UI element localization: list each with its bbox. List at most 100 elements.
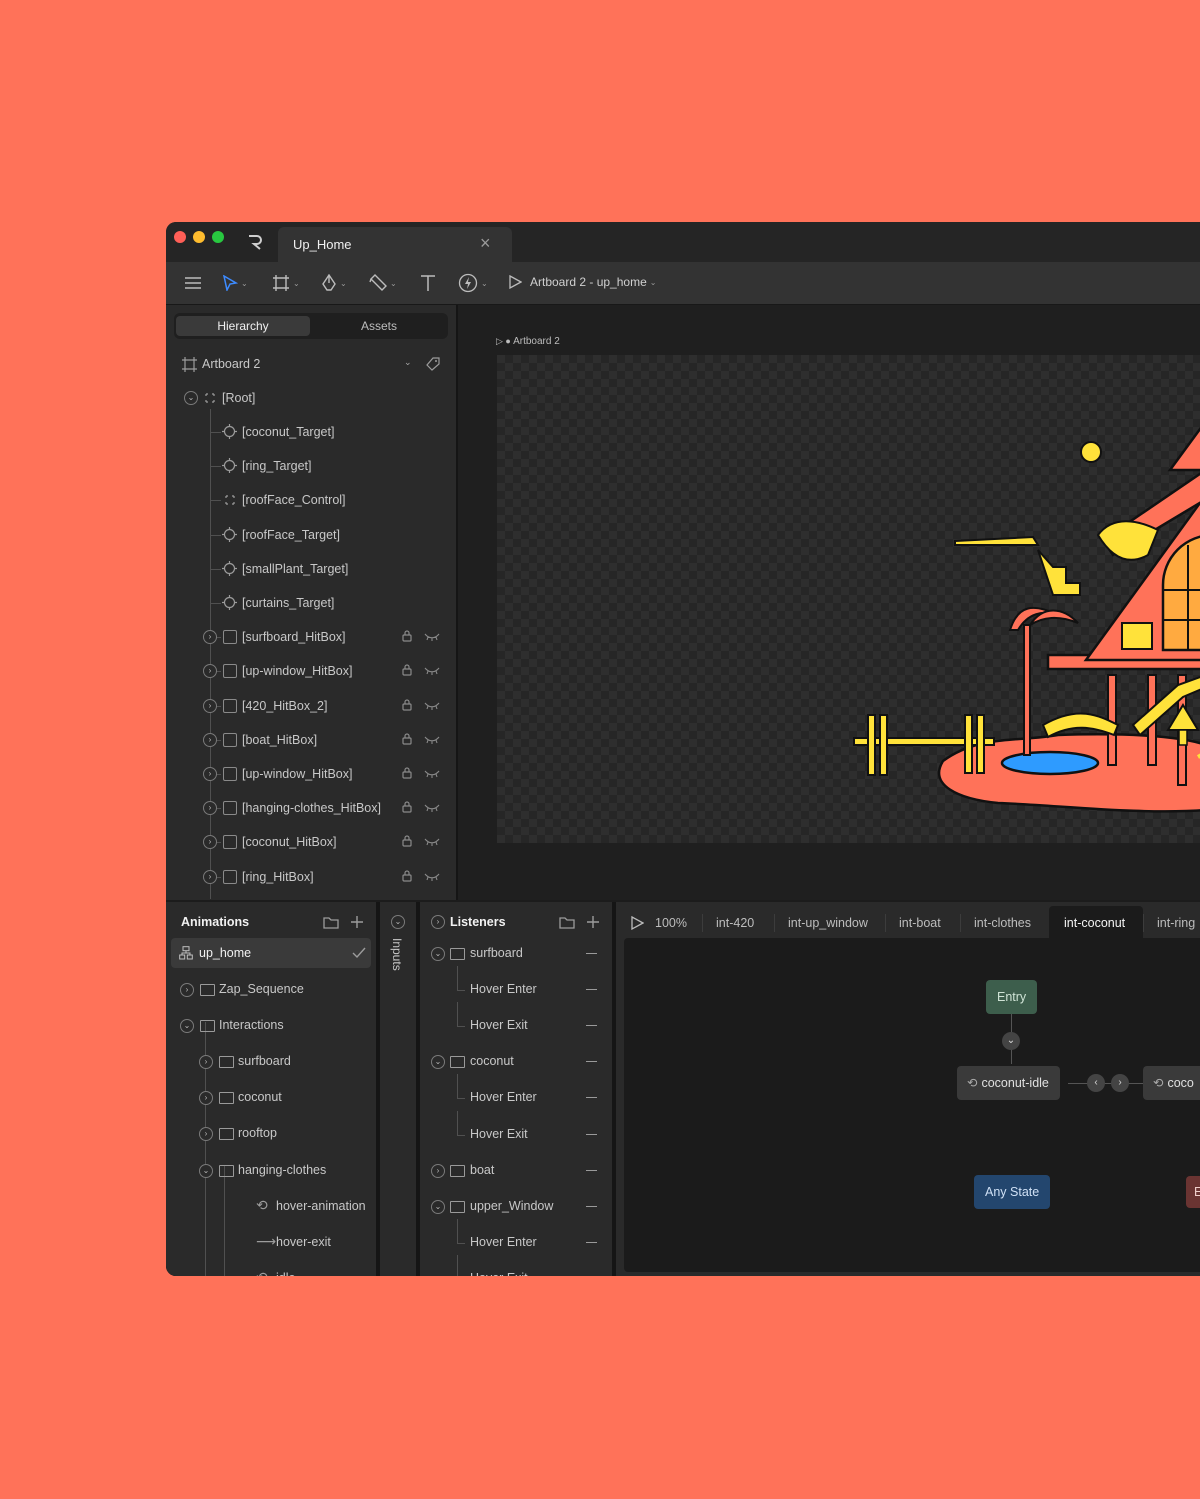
- remove-icon[interactable]: [586, 1205, 597, 1207]
- transition-arrow-icon[interactable]: ⌄: [1002, 1032, 1020, 1050]
- hierarchy-item[interactable]: › [up-window_HitBox]: [166, 757, 456, 791]
- chevron-right-icon[interactable]: ›: [1111, 1074, 1129, 1092]
- chevron-right-icon[interactable]: ›: [431, 915, 445, 929]
- pen-tool[interactable]: ⌄: [321, 270, 347, 296]
- chevron-right-icon[interactable]: ›: [180, 983, 194, 997]
- lock-icon[interactable]: [402, 630, 412, 642]
- artboard-row[interactable]: Artboard 2 ⌄: [166, 347, 456, 381]
- hidden-eye-icon[interactable]: [424, 633, 440, 642]
- chevron-left-icon[interactable]: ‹: [1087, 1074, 1105, 1092]
- chevron-down-icon[interactable]: ⌄: [199, 1163, 213, 1178]
- animation-list-item[interactable]: ⟶ hover-exit: [166, 1227, 376, 1257]
- maximize-window-button[interactable]: [212, 231, 224, 243]
- animation-list-item[interactable]: › surfboard: [166, 1046, 376, 1076]
- listener-event[interactable]: Hover Exit: [420, 1254, 612, 1276]
- hidden-eye-icon[interactable]: [424, 667, 440, 676]
- animation-selected-row[interactable]: up_home: [171, 938, 371, 968]
- listener-group[interactable]: ⌄ surfboard: [420, 938, 612, 968]
- lock-icon[interactable]: [402, 835, 412, 847]
- animation-list-item[interactable]: › Zap_Sequence: [166, 974, 376, 1004]
- exit-node[interactable]: E: [1186, 1176, 1200, 1208]
- chevron-down-icon[interactable]: ⌄: [431, 1199, 445, 1214]
- lock-icon[interactable]: [402, 801, 412, 813]
- chevron-right-icon[interactable]: ›: [203, 698, 217, 713]
- hierarchy-item[interactable]: › [ring_HitBox]: [166, 860, 456, 894]
- chevron-right-icon[interactable]: ›: [203, 801, 217, 816]
- remove-icon[interactable]: [586, 953, 597, 954]
- chevron-right-icon[interactable]: ›: [203, 664, 217, 679]
- chevron-right-icon[interactable]: ›: [199, 1055, 213, 1070]
- listener-group[interactable]: ⌄ upper_Window: [420, 1191, 612, 1221]
- any-state-node[interactable]: Any State: [974, 1175, 1051, 1209]
- animation-list-item[interactable]: ⌄ Interactions: [166, 1010, 376, 1040]
- add-icon[interactable]: [586, 915, 600, 929]
- listener-event[interactable]: Hover Enter: [420, 1074, 612, 1112]
- hidden-eye-icon[interactable]: [424, 770, 440, 778]
- hidden-eye-icon[interactable]: [424, 702, 440, 710]
- hierarchy-item[interactable]: › [420_HitBox_2]: [166, 689, 456, 723]
- hidden-eye-icon[interactable]: [424, 838, 440, 847]
- chevron-down-icon[interactable]: ⌄: [391, 915, 405, 929]
- state-machine-graph[interactable]: Entry ⌄ ⟲ coconut-idle ‹ › ⟲ coco Any Stat…: [624, 938, 1200, 1272]
- listener-group[interactable]: › boat: [420, 1155, 612, 1185]
- animation-list-item[interactable]: › coconut: [166, 1082, 376, 1112]
- new-folder-icon[interactable]: [323, 916, 339, 929]
- tab-int-boat[interactable]: int-boat: [899, 916, 941, 930]
- remove-icon[interactable]: [586, 989, 597, 991]
- play-icon[interactable]: [630, 916, 644, 930]
- chevron-right-icon[interactable]: ›: [203, 630, 217, 645]
- menu-button[interactable]: [184, 270, 202, 296]
- tab-int-ring[interactable]: int-ring: [1157, 916, 1195, 930]
- animation-list-item[interactable]: ⟲ hover-animation: [166, 1191, 376, 1221]
- rive-logo-icon[interactable]: [246, 233, 264, 251]
- chevron-down-icon[interactable]: ⌄: [431, 947, 445, 961]
- hierarchy-item[interactable]: [smallPlant_Target]: [166, 552, 456, 586]
- chevron-right-icon[interactable]: ›: [199, 1091, 213, 1106]
- chevron-right-icon[interactable]: ›: [431, 1163, 445, 1178]
- chevron-right-icon[interactable]: ›: [203, 767, 217, 781]
- hierarchy-item[interactable]: [coconut_Target]: [166, 415, 456, 449]
- tab-int-clothes[interactable]: int-clothes: [974, 916, 1031, 930]
- listener-event[interactable]: Hover Exit: [420, 1002, 612, 1040]
- hierarchy-item[interactable]: › [coconut_HitBox]: [166, 825, 456, 859]
- minimize-window-button[interactable]: [193, 231, 205, 243]
- entry-node[interactable]: Entry: [986, 980, 1038, 1014]
- artboard-breadcrumb[interactable]: Artboard 2 - up_home ⌄: [508, 275, 656, 289]
- coconut-idle-node[interactable]: ⟲ coconut-idle: [957, 1066, 1060, 1100]
- remove-icon[interactable]: [586, 1169, 597, 1171]
- lock-icon[interactable]: [402, 733, 412, 745]
- chevron-down-icon[interactable]: ⌄: [180, 1019, 194, 1034]
- chevron-right-icon[interactable]: ›: [203, 732, 217, 747]
- lock-icon[interactable]: [402, 664, 412, 676]
- tab-int-up_window[interactable]: int-up_window: [788, 916, 868, 930]
- close-window-button[interactable]: [174, 231, 186, 243]
- canvas-area[interactable]: ▷ ● Artboard 2: [458, 305, 1200, 900]
- lock-icon[interactable]: [402, 870, 412, 882]
- remove-icon[interactable]: [586, 1097, 597, 1099]
- tab-hierarchy[interactable]: Hierarchy: [176, 316, 310, 336]
- lock-icon[interactable]: [402, 699, 412, 711]
- inputs-panel[interactable]: ⌄ Inputs: [380, 902, 416, 1276]
- tab-int-coconut[interactable]: int-coconut: [1064, 916, 1125, 930]
- hierarchy-item[interactable]: [curtains_Target]: [166, 586, 456, 620]
- close-tab-icon[interactable]: ×: [480, 233, 491, 254]
- select-tool[interactable]: ⌄: [222, 270, 248, 296]
- listener-event[interactable]: Hover Exit: [420, 1110, 612, 1149]
- hierarchy-item[interactable]: › [boat_HitBox]: [166, 723, 456, 757]
- animation-list-item[interactable]: › rooftop: [166, 1118, 376, 1148]
- events-tool[interactable]: ⌄: [458, 270, 488, 296]
- remove-icon[interactable]: [586, 1061, 597, 1063]
- chevron-down-icon[interactable]: ⌄: [404, 357, 412, 368]
- add-icon[interactable]: [350, 915, 364, 929]
- remove-icon[interactable]: [586, 1025, 597, 1027]
- zoom-level[interactable]: 100%: [655, 916, 687, 930]
- chevron-right-icon[interactable]: ›: [203, 869, 217, 884]
- listener-group[interactable]: ⌄ coconut: [420, 1046, 612, 1076]
- remove-icon[interactable]: [586, 1133, 597, 1135]
- hierarchy-item[interactable]: › [up-window_HitBox]: [166, 654, 456, 688]
- chevron-right-icon[interactable]: ›: [199, 1127, 213, 1142]
- hierarchy-item[interactable]: › [hanging-clothes_HitBox]: [166, 791, 456, 825]
- chevron-down-icon[interactable]: ⌄: [184, 391, 198, 405]
- tab-int-420[interactable]: int-420: [716, 916, 754, 930]
- artboard-tool[interactable]: ⌄: [272, 270, 300, 296]
